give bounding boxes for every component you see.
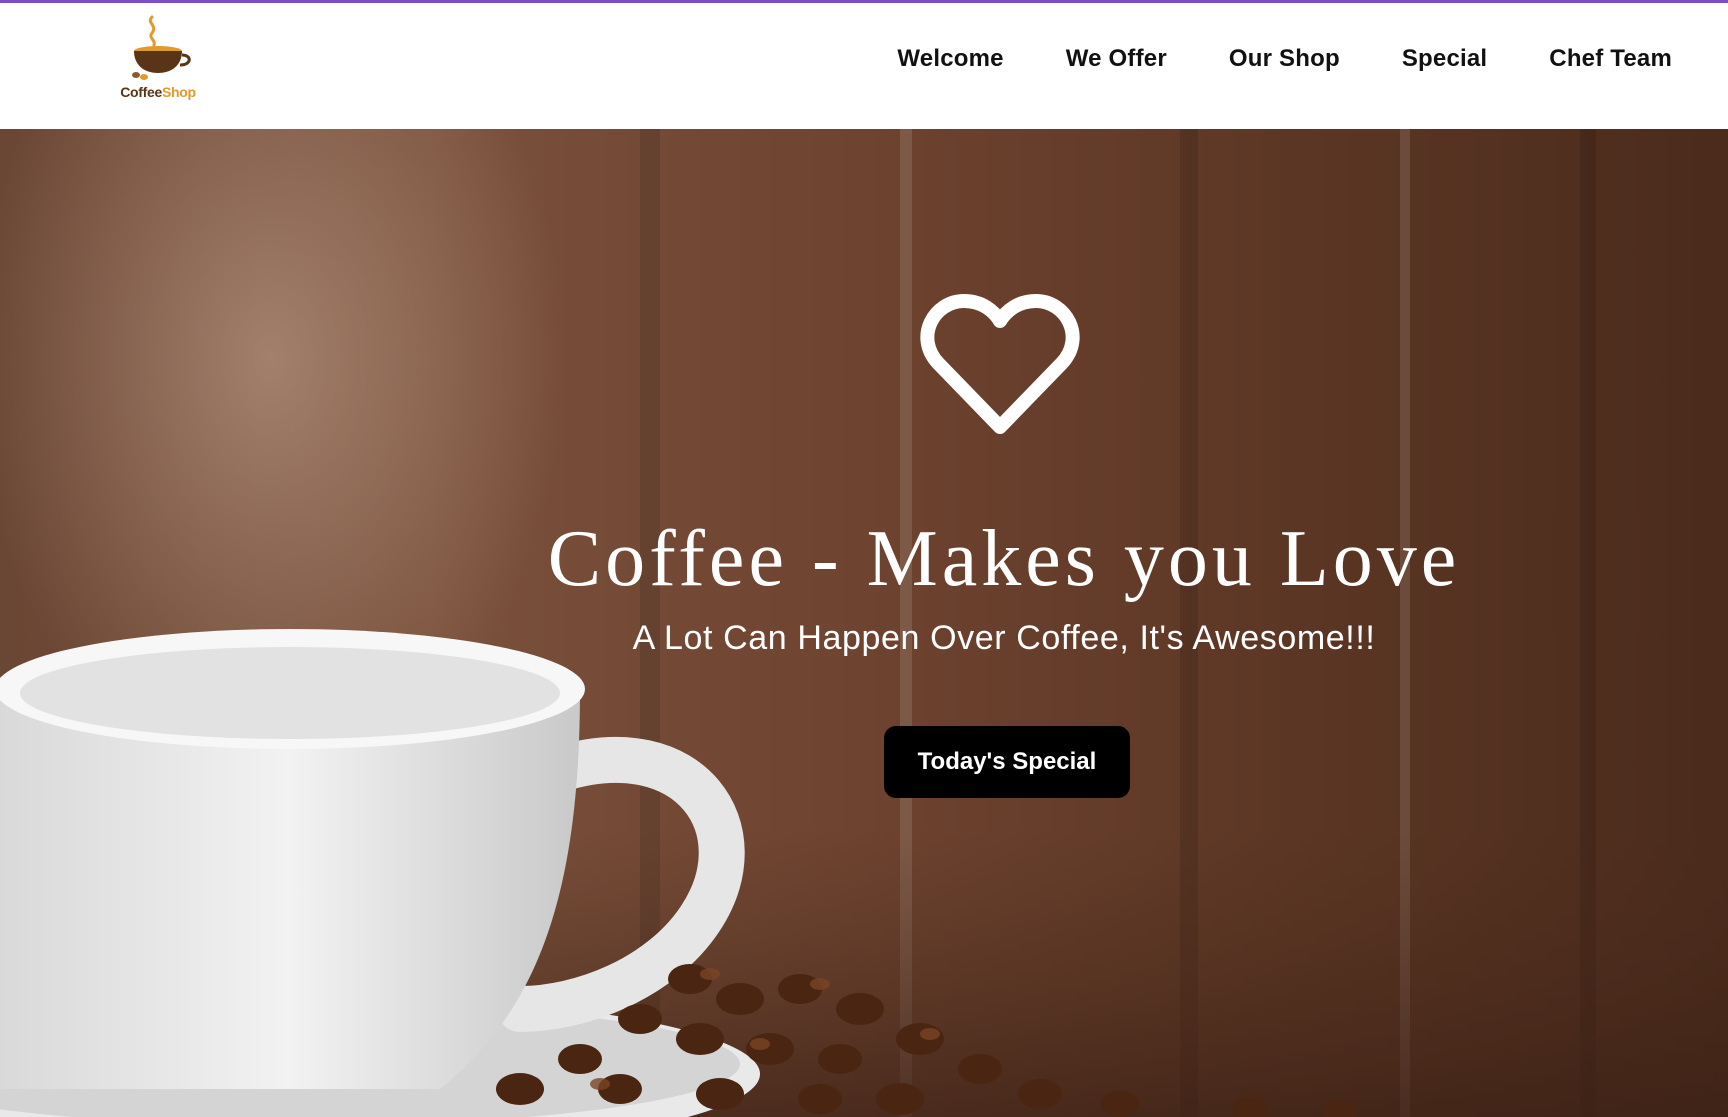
logo-text-shop: Shop [161, 84, 196, 100]
main-nav: Welcome We Offer Our Shop Special Chef T… [897, 39, 1672, 79]
site-logo[interactable]: CoffeeShop [112, 11, 204, 103]
nav-special[interactable]: Special [1402, 39, 1487, 79]
nav-we-offer[interactable]: We Offer [1066, 39, 1167, 79]
logo-text-coffee: Coffee [120, 84, 162, 100]
logo-wordmark: CoffeeShop [112, 84, 204, 100]
heart-icon [920, 294, 1080, 434]
hero-section: Coffee - Makes you Love A Lot Can Happen… [0, 129, 1728, 1117]
hero-title: Coffee - Makes you Love [547, 515, 1461, 603]
nav-chef-team[interactable]: Chef Team [1549, 39, 1672, 79]
nav-welcome[interactable]: Welcome [897, 39, 1003, 79]
todays-special-button[interactable]: Today's Special [884, 726, 1130, 798]
site-header: CoffeeShop Welcome We Offer Our Shop Spe… [0, 3, 1728, 129]
nav-our-shop[interactable]: Our Shop [1229, 39, 1340, 79]
coffee-cup-icon [132, 15, 191, 80]
hero-subtitle: A Lot Can Happen Over Coffee, It's Aweso… [632, 619, 1376, 657]
